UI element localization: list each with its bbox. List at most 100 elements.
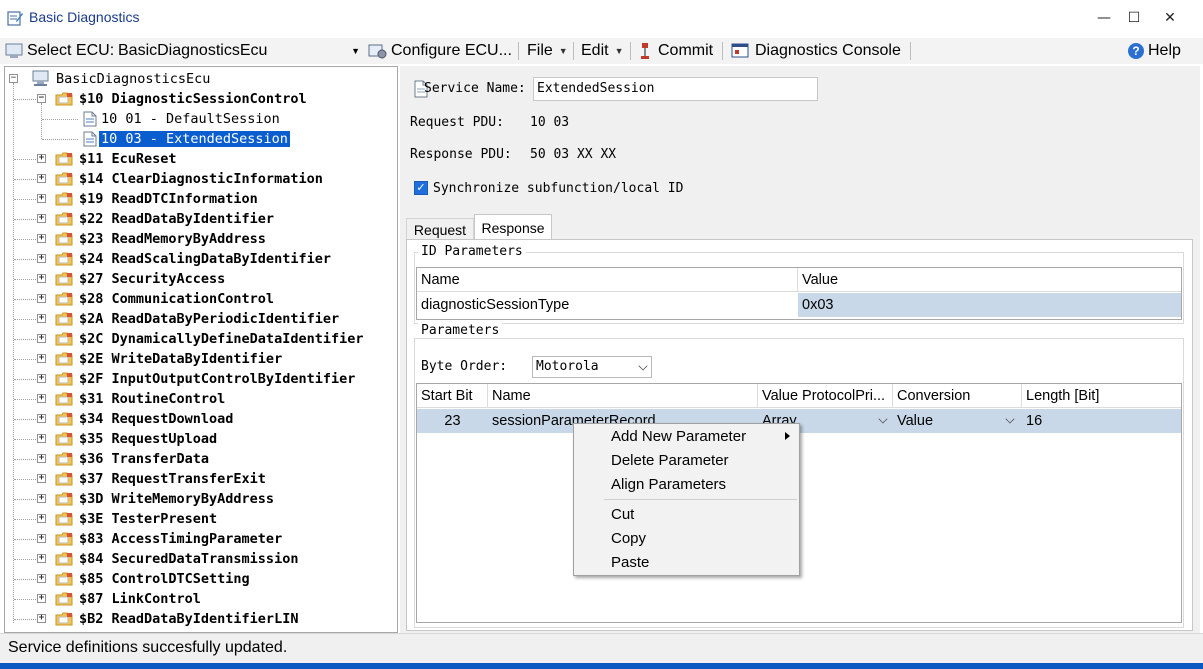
commit-button[interactable]: Commit [638,41,713,61]
chevron-down-icon [638,361,648,371]
expand-icon: + [37,433,46,443]
tree-label: $87 LinkControl [79,591,201,607]
tree-node-service[interactable]: + $14 ClearDiagnosticInformation [5,169,395,189]
expand-icon: + [37,413,46,423]
tree-node-root[interactable]: − BasicDiagnosticsEcu [5,69,395,89]
tree-label: $22 ReadDataByIdentifier [79,211,275,227]
tab-request[interactable]: Request [406,218,474,240]
tree-label: $19 ReadDTCInformation [79,191,258,207]
tree-node-service[interactable]: + $2A ReadDataByPeriodicIdentifier [5,309,395,329]
diagnostics-console-label: Diagnostics Console [755,42,901,59]
maximize-button[interactable]: ☐ [1116,0,1152,36]
tree-node-service[interactable]: + $3D WriteMemoryByAddress [5,489,395,509]
column-header-protocol[interactable]: Value ProtocolPri... [758,384,893,408]
tree-label: $2F InputOutputControlByIdentifier [79,371,356,387]
menu-item-align-parameters[interactable]: Align Parameters [575,473,798,495]
tree-node-service[interactable]: + $84 SecuredDataTransmission [5,549,395,569]
menu-item-cut[interactable]: Cut [575,503,798,525]
sync-checkbox[interactable]: ✓ [414,181,428,195]
ecu-select[interactable]: BasicDiagnosticsEcu ▼ [118,41,362,61]
tree-node-service[interactable]: + $2C DynamicallyDefineDataIdentifier [5,329,395,349]
help-label: Help [1148,42,1181,59]
folder-icon [55,452,73,466]
tree-node-subfunction[interactable]: 10 03 - ExtendedSession [5,129,395,149]
service-tree[interactable]: − BasicDiagnosticsEcu − $10 DiagnosticSessi… [4,66,398,633]
param-conversion-cell[interactable]: Value [893,409,1022,433]
menu-item-add-new-parameter[interactable]: Add New Parameter [575,425,798,447]
folder-icon [55,372,73,386]
id-param-value-cell[interactable]: 0x03 [798,293,1181,317]
tree-label: 10 01 - DefaultSession [101,111,280,127]
menu-item-paste[interactable]: Paste [575,551,798,573]
folder-icon [55,432,73,446]
service-name-label: Service Name: [424,81,526,96]
column-header-conversion[interactable]: Conversion [893,384,1022,408]
diagnostics-console-button[interactable]: Diagnostics Console [731,41,901,61]
tree-label: $2A ReadDataByPeriodicIdentifier [79,311,340,327]
tree-node-service[interactable]: + $23 ReadMemoryByAddress [5,229,395,249]
status-text: Service definitions succesfully updated. [8,639,288,656]
expand-icon: + [37,293,46,303]
title-bar: Basic Diagnostics — ☐ ✕ [0,0,1203,36]
param-length-cell[interactable]: 16 [1022,409,1181,433]
tree-label: $35 RequestUpload [79,431,218,447]
folder-icon [55,272,73,286]
edit-menu-button[interactable]: Edit ▼ [581,41,624,61]
column-header-value[interactable]: Value [798,268,1181,292]
menu-item-delete-parameter[interactable]: Delete Parameter [575,449,798,471]
sync-label: Synchronize subfunction/local ID [433,181,684,196]
byte-order-value: Motorola [536,359,599,374]
column-header-start-bit[interactable]: Start Bit [417,384,488,408]
tree-node-service[interactable]: + $22 ReadDataByIdentifier [5,209,395,229]
tree-node-service[interactable]: + $2F InputOutputControlByIdentifier [5,369,395,389]
tab-response[interactable]: Response [474,214,552,240]
tree-node-service[interactable]: + $11 EcuReset [5,149,395,169]
file-menu-button[interactable]: File ▼ [527,41,568,61]
tree-node-service[interactable]: + $27 SecurityAccess [5,269,395,289]
folder-icon [55,592,73,606]
menu-item-copy[interactable]: Copy [575,527,798,549]
configure-ecu-button[interactable]: Configure ECU... [368,41,512,61]
tree-node-subfunction[interactable]: 10 01 - DefaultSession [5,109,395,129]
collapse-icon: − [9,73,18,83]
expand-icon: + [37,253,46,263]
tree-node-service[interactable]: + $85 ControlDTCSetting [5,569,395,589]
ecu-icon [5,43,23,58]
column-header-length[interactable]: Length [Bit] [1022,384,1181,408]
id-param-name-cell[interactable]: diagnosticSessionType [417,293,798,317]
service-name-input[interactable]: ExtendedSession [533,77,818,101]
tree-node-service[interactable]: + $2E WriteDataByIdentifier [5,349,395,369]
tree-node-service[interactable]: + $35 RequestUpload [5,429,395,449]
chevron-down-icon: ▼ [614,46,624,56]
tree-node-service[interactable]: + $24 ReadScalingDataByIdentifier [5,249,395,269]
close-button[interactable]: ✕ [1152,0,1188,36]
tree-node-service[interactable]: + $28 CommunicationControl [5,289,395,309]
folder-icon [55,532,73,546]
expand-icon: + [37,513,46,523]
tree-node-service[interactable]: + $83 AccessTimingParameter [5,529,395,549]
param-conversion-value: Value [897,413,934,429]
toolbar-separator [573,42,574,60]
tree-node-service[interactable]: + $37 RequestTransferExit [5,469,395,489]
chevron-down-icon [1005,414,1015,424]
folder-icon [55,312,73,326]
folder-icon [55,412,73,426]
tree-node-service[interactable]: + $36 TransferData [5,449,395,469]
column-header-name[interactable]: Name [417,268,798,292]
tree-node-service[interactable]: + $19 ReadDTCInformation [5,189,395,209]
tree-node-service[interactable]: + $34 RequestDownload [5,409,395,429]
tree-node-service[interactable]: + $B2 ReadDataByIdentifierLIN [5,609,395,629]
select-ecu-label: Select ECU: [27,42,115,59]
byte-order-select[interactable]: Motorola [532,356,652,378]
tree-node-service[interactable]: − $10 DiagnosticSessionControl [5,89,395,109]
folder-icon [55,172,73,186]
tree-node-service[interactable]: + $31 RoutineControl [5,389,395,409]
param-start-bit-cell[interactable]: 23 [417,409,488,433]
toolbar-separator [910,42,911,60]
help-button[interactable]: ? Help [1128,41,1181,61]
column-header-name[interactable]: Name [488,384,758,408]
tree-node-service[interactable]: + $87 LinkControl [5,589,395,609]
app-icon [7,11,23,26]
folder-icon [55,492,73,506]
tree-node-service[interactable]: + $3E TesterPresent [5,509,395,529]
